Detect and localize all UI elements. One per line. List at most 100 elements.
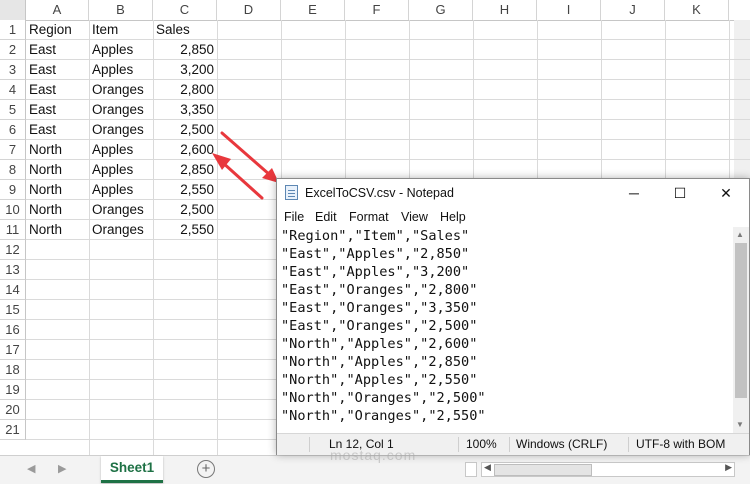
scroll-up-arrow-icon[interactable]: ▲	[736, 230, 744, 239]
menu-view[interactable]: View	[401, 207, 428, 227]
row-header[interactable]: 7	[0, 140, 26, 160]
row-header[interactable]: 6	[0, 120, 26, 140]
menu-format[interactable]: Format	[349, 207, 389, 227]
row-header[interactable]: 9	[0, 180, 26, 200]
table-cell[interactable]: Oranges	[89, 220, 153, 240]
sheet-tab-sheet1[interactable]: Sheet1	[101, 456, 163, 483]
column-header-k[interactable]: K	[665, 0, 729, 20]
gridline	[26, 139, 750, 140]
menu-file[interactable]: File	[284, 207, 304, 227]
row-header[interactable]: 2	[0, 40, 26, 60]
table-cell[interactable]: 2,800	[153, 80, 217, 100]
column-header-bar: A B C D E F G H I J K	[0, 0, 750, 21]
row-header[interactable]: 17	[0, 340, 26, 360]
row-header[interactable]: 4	[0, 80, 26, 100]
notepad-window[interactable]: ExcelToCSV.csv - Notepad ─ ☐ ✕ File Edit…	[276, 178, 750, 455]
table-cell[interactable]: 2,850	[153, 40, 217, 60]
column-header-a[interactable]: A	[26, 0, 89, 20]
table-cell[interactable]: Oranges	[89, 120, 153, 140]
maximize-icon[interactable]: ☐	[657, 179, 703, 207]
table-cell[interactable]: Oranges	[89, 100, 153, 120]
row-header[interactable]: 15	[0, 300, 26, 320]
status-line-ending: Windows (CRLF)	[516, 437, 608, 451]
table-cell[interactable]: 2,500	[153, 120, 217, 140]
scroll-right-arrow-icon[interactable]: ▶	[725, 462, 732, 473]
row-header[interactable]: 1	[0, 20, 26, 40]
plus-circle-icon[interactable]: +	[197, 460, 215, 478]
column-header-c[interactable]: C	[153, 0, 217, 20]
row-header[interactable]: 3	[0, 60, 26, 80]
notepad-title-bar[interactable]: ExcelToCSV.csv - Notepad ─ ☐ ✕	[277, 179, 749, 207]
table-cell[interactable]: Apples	[89, 40, 153, 60]
table-cell[interactable]: Oranges	[89, 80, 153, 100]
notepad-text-area[interactable]: "Region","Item","Sales" "East","Apples","…	[281, 227, 731, 433]
table-cell[interactable]: East	[26, 40, 89, 60]
row-header[interactable]: 20	[0, 400, 26, 420]
row-header[interactable]: 10	[0, 200, 26, 220]
column-header-g[interactable]: G	[409, 0, 473, 20]
table-cell[interactable]: Apples	[89, 60, 153, 80]
table-cell[interactable]: Oranges	[89, 200, 153, 220]
window-title: ExcelToCSV.csv - Notepad	[305, 186, 454, 200]
table-cell[interactable]: 3,200	[153, 60, 217, 80]
table-cell[interactable]: Region	[26, 20, 89, 40]
text-line: "East","Oranges","2,500"	[281, 318, 478, 334]
next-sheet-arrow-icon[interactable]: ▶	[58, 462, 66, 475]
table-cell[interactable]: 2,600	[153, 140, 217, 160]
column-header-i[interactable]: I	[537, 0, 601, 20]
table-cell[interactable]: 2,550	[153, 220, 217, 240]
column-header-h[interactable]: H	[473, 0, 537, 20]
horizontal-scroll-splitter[interactable]	[465, 462, 477, 477]
row-header[interactable]: 5	[0, 100, 26, 120]
text-line: "North","Apples","2,600"	[281, 336, 478, 352]
row-header[interactable]: 18	[0, 360, 26, 380]
select-all-corner[interactable]	[0, 0, 26, 20]
minimize-icon[interactable]: ─	[611, 179, 657, 207]
table-cell[interactable]: Item	[89, 20, 153, 40]
table-cell[interactable]: North	[26, 180, 89, 200]
gridline	[26, 99, 750, 100]
table-cell[interactable]: North	[26, 220, 89, 240]
gridline	[26, 39, 750, 40]
scroll-thumb[interactable]	[494, 464, 592, 476]
menu-help[interactable]: Help	[440, 207, 466, 227]
scroll-thumb[interactable]	[735, 243, 747, 398]
close-icon[interactable]: ✕	[703, 179, 749, 207]
previous-sheet-arrow-icon[interactable]: ◀	[27, 462, 35, 475]
watermark-logo: mostaq.com	[330, 447, 417, 463]
row-header[interactable]: 13	[0, 260, 26, 280]
table-cell[interactable]: 3,350	[153, 100, 217, 120]
table-cell[interactable]: North	[26, 160, 89, 180]
column-header-d[interactable]: D	[217, 0, 281, 20]
table-cell[interactable]: East	[26, 80, 89, 100]
row-header[interactable]: 19	[0, 380, 26, 400]
row-header[interactable]: 16	[0, 320, 26, 340]
scroll-down-arrow-icon[interactable]: ▼	[736, 420, 744, 429]
table-cell[interactable]: East	[26, 60, 89, 80]
table-cell[interactable]: Apples	[89, 140, 153, 160]
status-separator	[628, 437, 629, 452]
table-cell[interactable]: East	[26, 100, 89, 120]
menu-edit[interactable]: Edit	[315, 207, 337, 227]
table-cell[interactable]: North	[26, 140, 89, 160]
scroll-left-arrow-icon[interactable]: ◀	[484, 462, 491, 473]
row-header[interactable]: 12	[0, 240, 26, 260]
column-header-b[interactable]: B	[89, 0, 153, 20]
row-header[interactable]: 21	[0, 420, 26, 440]
table-cell[interactable]: Apples	[89, 160, 153, 180]
notepad-vertical-scrollbar[interactable]: ▲ ▼	[733, 227, 749, 433]
horizontal-scrollbar[interactable]: ◀ ▶	[481, 462, 735, 477]
table-cell[interactable]: 2,500	[153, 200, 217, 220]
table-cell[interactable]: 2,550	[153, 180, 217, 200]
table-cell[interactable]: East	[26, 120, 89, 140]
column-header-f[interactable]: F	[345, 0, 409, 20]
row-header[interactable]: 14	[0, 280, 26, 300]
table-cell[interactable]: North	[26, 200, 89, 220]
column-header-e[interactable]: E	[281, 0, 345, 20]
table-cell[interactable]: 2,850	[153, 160, 217, 180]
row-header[interactable]: 8	[0, 160, 26, 180]
table-cell[interactable]: Sales	[153, 20, 217, 40]
table-cell[interactable]: Apples	[89, 180, 153, 200]
column-header-j[interactable]: J	[601, 0, 665, 20]
row-header[interactable]: 11	[0, 220, 26, 240]
